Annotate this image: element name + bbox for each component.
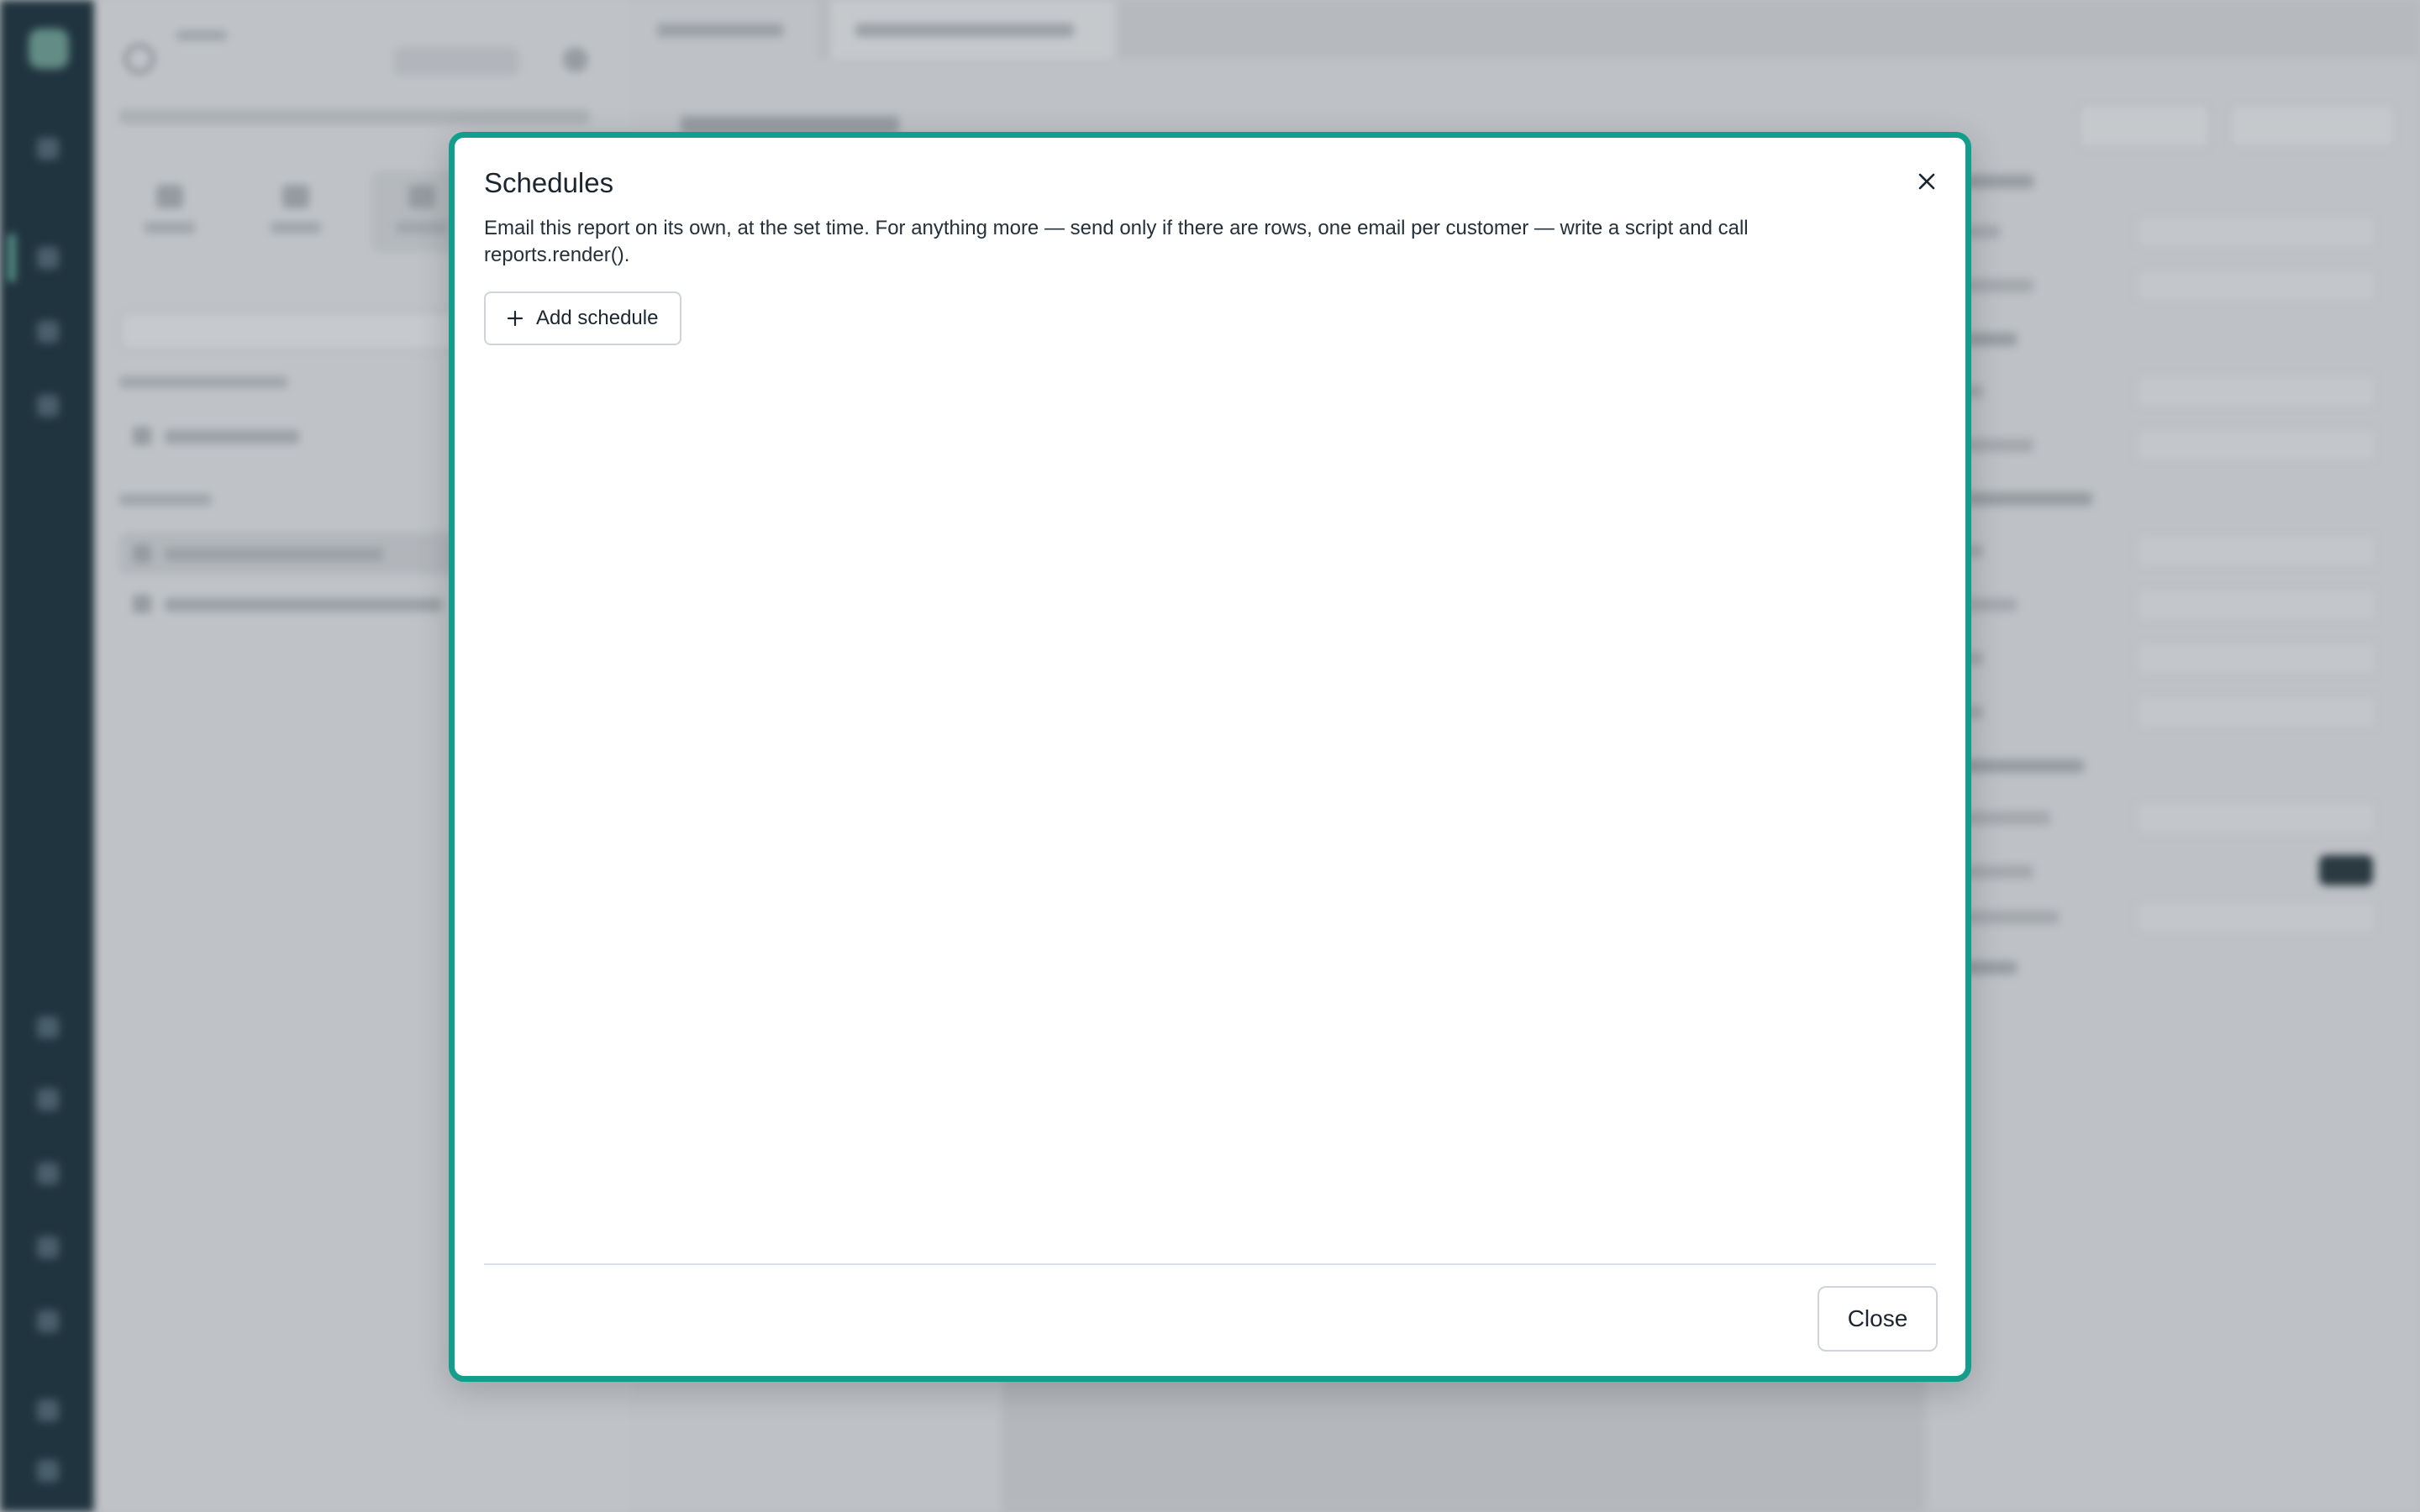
dialog-footer-divider bbox=[484, 1263, 1936, 1265]
add-schedule-label: Add schedule bbox=[536, 307, 659, 329]
close-icon bbox=[1918, 173, 1935, 190]
add-schedule-button[interactable]: Add schedule bbox=[484, 291, 682, 345]
dialog-title: Schedules bbox=[484, 167, 614, 198]
schedules-dialog: Schedules Email this report on its own, … bbox=[449, 132, 1971, 1382]
close-dialog-button[interactable] bbox=[1910, 165, 1944, 198]
close-button[interactable]: Close bbox=[1818, 1286, 1938, 1352]
plus-icon bbox=[507, 310, 523, 327]
dialog-description: Email this report on its own, at the set… bbox=[484, 217, 1749, 266]
